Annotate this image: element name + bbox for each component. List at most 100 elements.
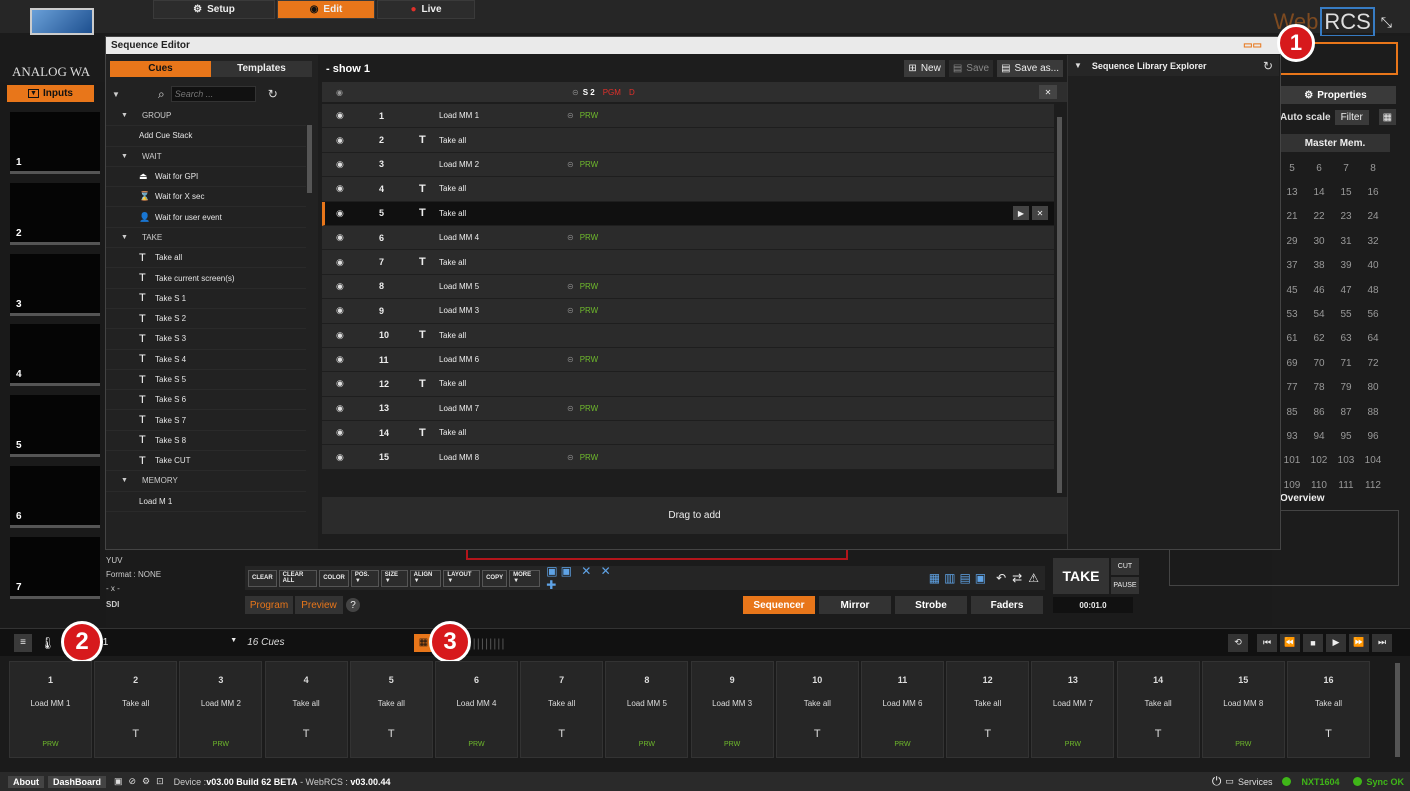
properties-button[interactable]: ⚙ Properties: [1275, 86, 1396, 104]
view-toggle-icon[interactable]: ▦: [1378, 109, 1396, 125]
d-label[interactable]: D: [629, 88, 635, 97]
memory-slot[interactable]: 24: [1361, 211, 1385, 222]
cue-item[interactable]: T Take S 6: [106, 390, 306, 411]
duration-field[interactable]: 00:01.0: [1053, 597, 1133, 613]
memory-slot[interactable]: 6: [1307, 163, 1331, 174]
sequence-row[interactable]: ◉ 4 T Take all: [322, 177, 1054, 202]
input-thumbnail[interactable]: 3: [10, 253, 100, 316]
eye-icon[interactable]: ◉: [336, 208, 379, 219]
memory-slot[interactable]: 14: [1307, 187, 1331, 198]
services-label[interactable]: Services: [1238, 777, 1273, 787]
tool-clear-all-button[interactable]: CLEAR ALL: [278, 569, 318, 587]
inputs-button[interactable]: ▼ Inputs: [7, 85, 94, 102]
cue-item[interactable]: Add Cue Stack: [106, 126, 306, 147]
mode-mirror[interactable]: Mirror: [819, 596, 891, 614]
eye-icon[interactable]: ◉: [336, 110, 379, 121]
eye-icon[interactable]: ◉: [336, 135, 379, 146]
memory-slot[interactable]: 87: [1334, 407, 1358, 418]
save-button[interactable]: ▤ Save: [948, 60, 994, 77]
memory-slot[interactable]: 23: [1334, 211, 1358, 222]
cue-card[interactable]: 15 Load MM 8 PRW: [1201, 661, 1285, 758]
memory-slot[interactable]: 21: [1280, 211, 1304, 222]
show-select[interactable]: ow 1 ▼: [87, 637, 237, 648]
memory-slot[interactable]: 56: [1361, 309, 1385, 320]
memory-slot[interactable]: 55: [1334, 309, 1358, 320]
help-button[interactable]: ?: [346, 598, 360, 612]
transition-icons[interactable]: ↶⇄⚠: [996, 571, 1045, 585]
tool-size-button[interactable]: SIZE ▼: [380, 569, 408, 587]
memory-slot[interactable]: 103: [1334, 455, 1358, 466]
memory-slot[interactable]: 8: [1361, 163, 1385, 174]
memory-slot[interactable]: 77: [1280, 382, 1304, 393]
eye-icon[interactable]: ◉: [336, 281, 379, 292]
preview-button[interactable]: Preview: [295, 596, 343, 614]
sequence-scrollbar[interactable]: [1057, 117, 1062, 493]
cue-item[interactable]: ⌛ Wait for X sec: [106, 187, 306, 208]
layout-icons[interactable]: ▦▥▤▣: [929, 571, 990, 585]
cue-card[interactable]: 12 Take all T: [946, 661, 1030, 758]
cue-item[interactable]: T Take all: [106, 248, 306, 269]
cue-item[interactable]: T Take current screen(s): [106, 268, 306, 289]
memory-slot[interactable]: 79: [1334, 382, 1358, 393]
memory-slot[interactable]: 111: [1334, 480, 1358, 491]
library-refresh-icon[interactable]: ↻: [1263, 59, 1273, 73]
tab-edit[interactable]: ◉ Edit: [277, 0, 375, 19]
refresh-icon[interactable]: ↻: [268, 87, 278, 101]
cue-item[interactable]: Load M 1: [106, 492, 306, 512]
cue-card[interactable]: 1 Load MM 1 PRW: [9, 661, 92, 758]
cut-button[interactable]: CUT: [1111, 558, 1139, 575]
eye-icon[interactable]: ◉: [336, 378, 379, 389]
tool-color-button[interactable]: COLOR: [319, 569, 349, 587]
memory-slot[interactable]: 70: [1307, 358, 1331, 369]
collapse-all-icon[interactable]: ▼: [112, 90, 152, 99]
cue-card[interactable]: 7 Take all T: [520, 661, 604, 758]
cue-card[interactable]: 5 Take all T: [349, 661, 433, 758]
skip-end-icon[interactable]: ⏭: [1372, 633, 1392, 652]
memory-slot[interactable]: 109: [1280, 480, 1304, 491]
mode-faders[interactable]: Faders: [971, 596, 1043, 614]
cue-item[interactable]: T Take S 4: [106, 350, 306, 370]
collapse-icon[interactable]: ⤡: [1381, 14, 1392, 31]
memory-slot[interactable]: 102: [1307, 455, 1331, 466]
memory-slot[interactable]: 61: [1280, 333, 1304, 344]
memory-slot[interactable]: 47: [1334, 285, 1358, 296]
eye-header-icon[interactable]: ◉: [336, 88, 343, 97]
input-thumbnail[interactable]: 1: [10, 112, 100, 174]
memory-slot[interactable]: 93: [1280, 431, 1304, 442]
input-thumbnail[interactable]: 7: [10, 536, 100, 599]
cue-library-scrollbar[interactable]: [307, 125, 312, 193]
cue-item[interactable]: T Take S 1: [106, 289, 306, 309]
cue-item[interactable]: T Take S 2: [106, 309, 306, 330]
tab-setup[interactable]: ⚙ Setup: [153, 0, 275, 19]
memory-slot[interactable]: 86: [1307, 407, 1331, 418]
input-thumbnail[interactable]: 6: [10, 466, 100, 528]
cue-item[interactable]: ⏏ Wait for GPI: [106, 167, 306, 188]
sequence-row[interactable]: ◉ 12 T Take all: [322, 372, 1054, 397]
memory-slot[interactable]: 15: [1334, 187, 1358, 198]
tool-more-button[interactable]: MORE ▼: [509, 569, 541, 587]
cue-card[interactable]: 8 Load MM 5 PRW: [605, 661, 689, 758]
cue-card[interactable]: 2 Take all T: [94, 661, 178, 758]
memory-slot[interactable]: 16: [1361, 187, 1385, 198]
save-as-button[interactable]: ▤ Save as...: [997, 60, 1063, 77]
cue-item[interactable]: T Take S 7: [106, 410, 306, 431]
tab-cues[interactable]: Cues: [110, 60, 211, 77]
memory-slot[interactable]: 45: [1280, 285, 1304, 296]
tool-icons[interactable]: ▣▣ ✕ ✕ ✚: [546, 564, 629, 592]
close-header-button[interactable]: ✕: [1039, 85, 1057, 99]
eye-icon[interactable]: ◉: [336, 452, 379, 463]
take-button[interactable]: TAKE: [1053, 558, 1109, 594]
memory-slot[interactable]: 63: [1334, 333, 1358, 344]
sequence-row[interactable]: ◉ 11 Load MM 6 ⊝ PRW: [322, 347, 1054, 373]
sequence-row[interactable]: ◉ 14 T Take all: [322, 421, 1054, 446]
memory-slot[interactable]: 64: [1361, 333, 1385, 344]
memory-slot[interactable]: 96: [1361, 431, 1385, 442]
play-row-button[interactable]: ▶: [1013, 206, 1029, 221]
memory-slot[interactable]: 94: [1307, 431, 1331, 442]
tool-align-button[interactable]: ALIGN ▼: [409, 569, 442, 587]
input-thumbnail[interactable]: 4: [10, 324, 100, 387]
memory-slot[interactable]: 38: [1307, 260, 1331, 271]
skip-start-icon[interactable]: ⏮: [1257, 633, 1277, 652]
eye-icon[interactable]: ◉: [336, 257, 379, 268]
memory-slot[interactable]: 30: [1307, 236, 1331, 247]
